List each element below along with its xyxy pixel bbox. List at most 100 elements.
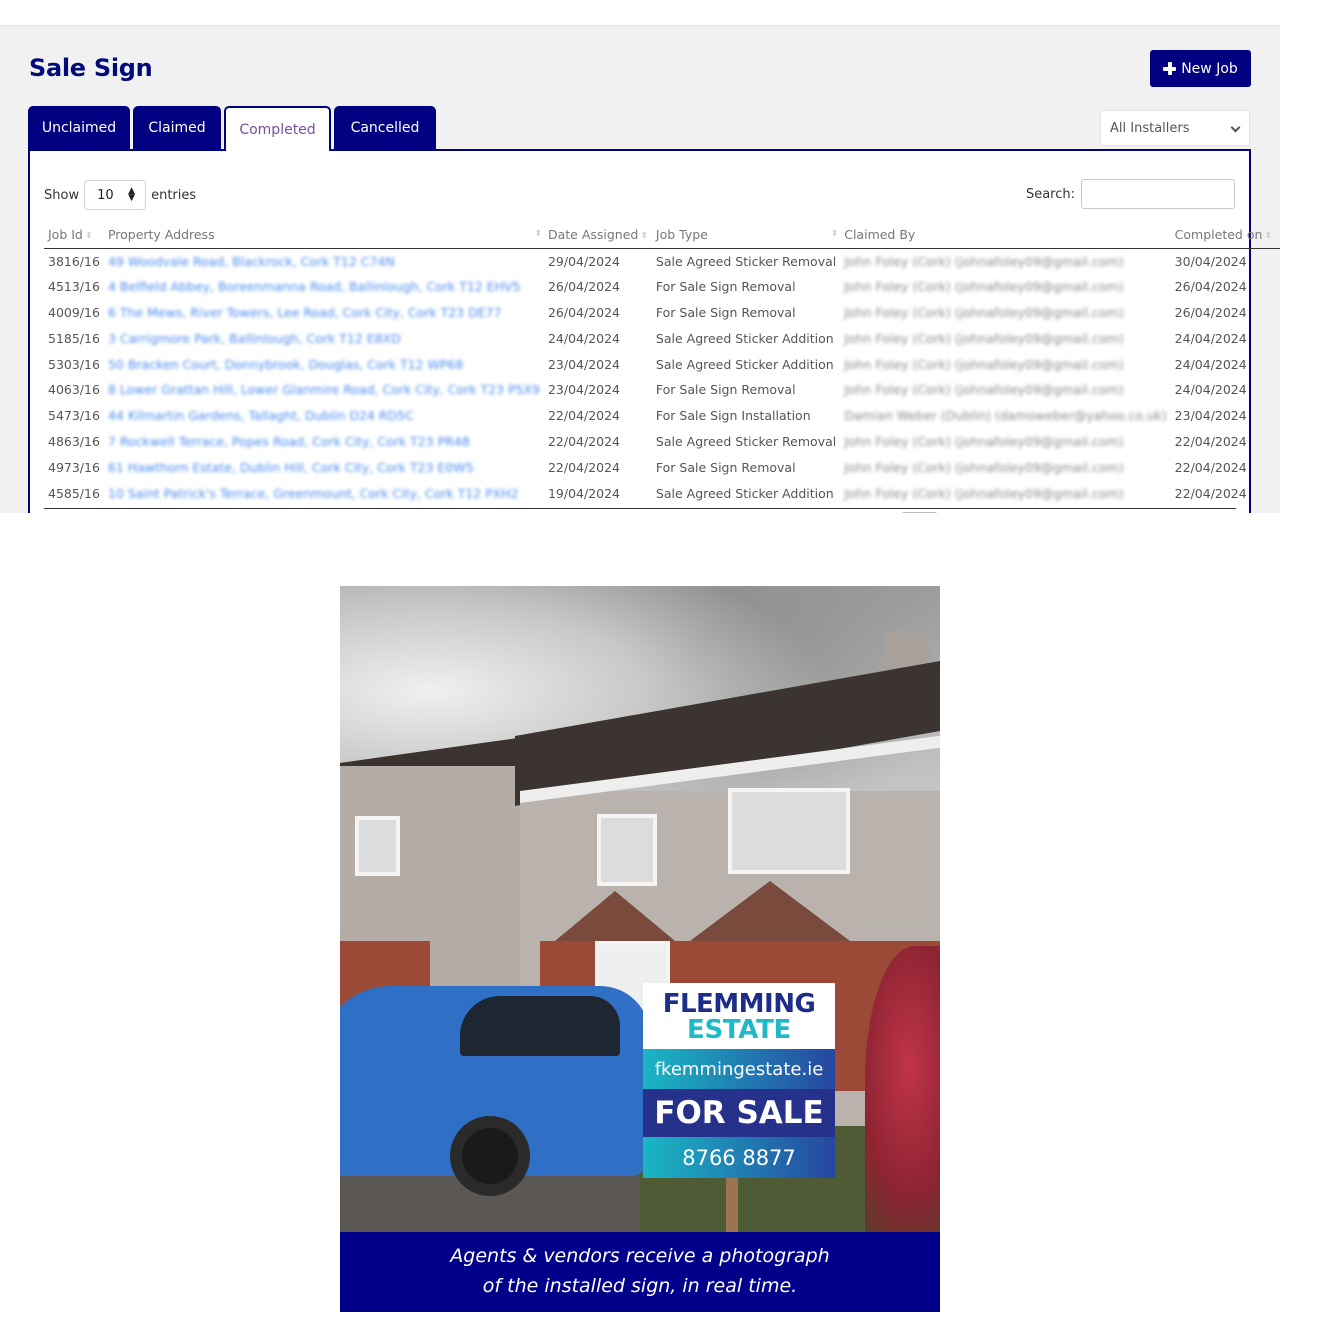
date-assigned-cell: 23/04/2024	[547, 356, 621, 372]
table-search: Search:	[1026, 179, 1235, 209]
photo-window	[597, 814, 657, 886]
table-row: 5303/16 50 Bracken Court, Donnybrook, Dou…	[44, 351, 1280, 377]
job-type-cell: For Sale Sign Removal	[655, 304, 796, 320]
installer-filter-select[interactable]: All Installers	[1100, 110, 1250, 146]
date-assigned-cell: 23/04/2024	[547, 382, 621, 398]
job-type-cell: Sale Agreed Sticker Addition	[655, 485, 834, 501]
job-type-cell: For Sale Sign Removal	[655, 459, 796, 475]
completed-on-cell: 24/04/2024	[1174, 330, 1247, 346]
search-input[interactable]	[1081, 179, 1235, 209]
completed-on-cell: 24/04/2024	[1174, 356, 1247, 372]
entries-label: entries	[151, 187, 197, 203]
claimed-by-cell: John Foley (Cork) (johnafoley09@gmail.co…	[844, 382, 1124, 398]
sign-phone: 8766 8877	[643, 1137, 835, 1178]
new-job-label: New Job	[1181, 60, 1238, 77]
column-header-details[interactable]: Details⬍	[1275, 222, 1280, 249]
claimed-by-cell: John Foley (Cork) (johnafoley09@gmail.co…	[844, 304, 1124, 320]
claimed-by-cell: John Foley (Cork) (johnafoley09@gmail.co…	[844, 330, 1124, 346]
completed-on-cell: 30/04/2024	[1174, 253, 1247, 269]
installer-filter-value: All Installers	[1110, 120, 1190, 136]
sort-icon: ⬍	[830, 229, 839, 239]
property-address-link[interactable]: 49 Woodvale Road, Blackrock, Cork T12 C7…	[104, 248, 544, 274]
job-id-cell: 4585/16	[48, 485, 100, 501]
job-type-cell: Sale Agreed Sticker Removal	[655, 433, 837, 449]
pagination-partial[interactable]	[901, 512, 938, 513]
tab-completed[interactable]: Completed	[224, 106, 331, 151]
sign-brand-line2: ESTATE	[686, 1015, 791, 1045]
job-id-cell: 4009/16	[48, 304, 100, 320]
completed-on-cell: 22/04/2024	[1174, 485, 1247, 501]
photo-window	[355, 816, 400, 876]
property-address-link[interactable]: 50 Bracken Court, Donnybrook, Douglas, C…	[104, 351, 544, 377]
chevron-down-icon	[1230, 122, 1241, 133]
new-job-button[interactable]: New Job	[1150, 50, 1251, 87]
job-status-tabs: Unclaimed Claimed Completed Cancelled	[28, 106, 436, 151]
job-type-cell: For Sale Sign Removal	[655, 279, 796, 295]
column-header-job-type[interactable]: Job Type ⬍	[651, 222, 841, 249]
date-assigned-cell: 22/04/2024	[547, 459, 621, 475]
details-cell	[1276, 248, 1280, 274]
completed-on-cell: 24/04/2024	[1174, 382, 1247, 398]
tab-cancelled[interactable]: Cancelled	[334, 106, 436, 150]
job-id-cell: 3816/16	[48, 253, 100, 269]
property-address-link[interactable]: 61 Hawthorn Estate, Dublin Hill, Cork Ci…	[104, 454, 544, 480]
table-row: 4513/16 4 Belfield Abbey, Boreenmanna Roa…	[44, 274, 1280, 300]
job-type-cell: Sale Agreed Sticker Removal	[655, 253, 837, 269]
column-header-claimed-by[interactable]: Claimed By	[840, 222, 1171, 249]
column-header-property-address[interactable]: Property Address ⬍	[103, 222, 544, 249]
table-row: 5473/16 44 Kilmartin Gardens, Tallaght, D…	[44, 403, 1280, 429]
property-address-link[interactable]: 10 Saint Patrick's Terrace, Greenmount, …	[104, 480, 544, 506]
job-id-cell: 5185/16	[48, 330, 100, 346]
sort-icon: ⬍	[640, 230, 648, 241]
job-type-cell: Sale Agreed Sticker Addition	[655, 330, 834, 346]
claimed-by-cell: John Foley (Cork) (johnafoley09@gmail.co…	[844, 253, 1124, 269]
completed-on-cell: 23/04/2024	[1174, 408, 1247, 424]
table-bottom-border	[44, 508, 1236, 509]
table-row: 5185/16 3 Carrigmore Park, Ballinlough, C…	[44, 325, 1280, 351]
page-title: Sale Sign	[29, 54, 153, 82]
job-id-cell: 5473/16	[48, 408, 100, 424]
details-cell	[1276, 429, 1280, 455]
entries-per-page-select[interactable]: 10 ▲ ▼	[84, 180, 147, 210]
date-assigned-cell: 24/04/2024	[547, 330, 621, 346]
table-header-row: Job Id ⬍ Property Address ⬍ Date Assigned ⬍…	[44, 222, 1280, 249]
sort-icon: ⬍	[1264, 230, 1272, 241]
photo-car-wheel	[450, 1116, 530, 1196]
sort-icon: ⬍	[84, 230, 93, 241]
date-assigned-cell: 26/04/2024	[547, 304, 621, 320]
tab-claimed[interactable]: Claimed	[133, 106, 221, 150]
job-type-cell: For Sale Sign Installation	[655, 408, 811, 424]
date-assigned-cell: 22/04/2024	[547, 433, 621, 449]
column-header-job-id[interactable]: Job Id ⬍	[44, 222, 104, 249]
sign-website: fkemmingestate.ie	[643, 1049, 835, 1089]
details-cell	[1276, 274, 1280, 300]
table-row: 4063/16 8 Lower Grattan Hill, Lower Glanm…	[44, 377, 1280, 403]
property-address-link[interactable]: 6 The Mews, River Towers, Lee Road, Cork…	[104, 300, 544, 326]
tab-unclaimed[interactable]: Unclaimed	[28, 106, 130, 150]
for-sale-sign: FLEMMING ESTATE fkemmingestate.ie FOR SA…	[643, 983, 835, 1178]
job-id-cell: 4973/16	[48, 459, 100, 475]
table-row: 4585/16 10 Saint Patrick's Terrace, Green…	[44, 480, 1280, 506]
property-address-link[interactable]: 4 Belfield Abbey, Boreenmanna Road, Ball…	[104, 274, 544, 300]
property-address-link[interactable]: 7 Rockwell Terrace, Popes Road, Cork Cit…	[104, 429, 544, 455]
photo-window	[728, 788, 850, 874]
table-row: 3816/16 49 Woodvale Road, Blackrock, Cork…	[44, 248, 1280, 274]
claimed-by-cell: John Foley (Cork) (johnafoley09@gmail.co…	[844, 356, 1124, 372]
job-type-cell: Sale Agreed Sticker Addition	[655, 356, 834, 372]
details-cell	[1276, 325, 1280, 351]
property-address-link[interactable]: 3 Carrigmore Park, Ballinlough, Cork T12…	[104, 325, 544, 351]
property-address-link[interactable]: 8 Lower Grattan Hill, Lower Glanmire Roa…	[104, 377, 544, 403]
column-header-date-assigned[interactable]: Date Assigned ⬍	[543, 222, 652, 249]
date-assigned-cell: 29/04/2024	[547, 253, 621, 269]
search-label: Search:	[1025, 186, 1075, 202]
sale-sign-panel: Sale Sign New Job Unclaimed Claimed Comp…	[0, 25, 1280, 513]
property-address-link[interactable]: 44 Kilmartin Gardens, Tallaght, Dublin D…	[104, 403, 544, 429]
photo-car-window	[460, 996, 620, 1056]
caption-line-1: Agents & vendors receive a photograph	[450, 1245, 830, 1267]
details-cell	[1276, 300, 1280, 326]
show-label: Show	[44, 187, 80, 203]
table-row: 4973/16 61 Hawthorn Estate, Dublin Hill, …	[44, 454, 1280, 480]
claimed-by-cell: John Foley (Cork) (johnafoley09@gmail.co…	[844, 279, 1124, 295]
job-id-cell: 4513/16	[48, 279, 100, 295]
column-header-completed-on[interactable]: Completed on ⬍	[1170, 222, 1276, 249]
